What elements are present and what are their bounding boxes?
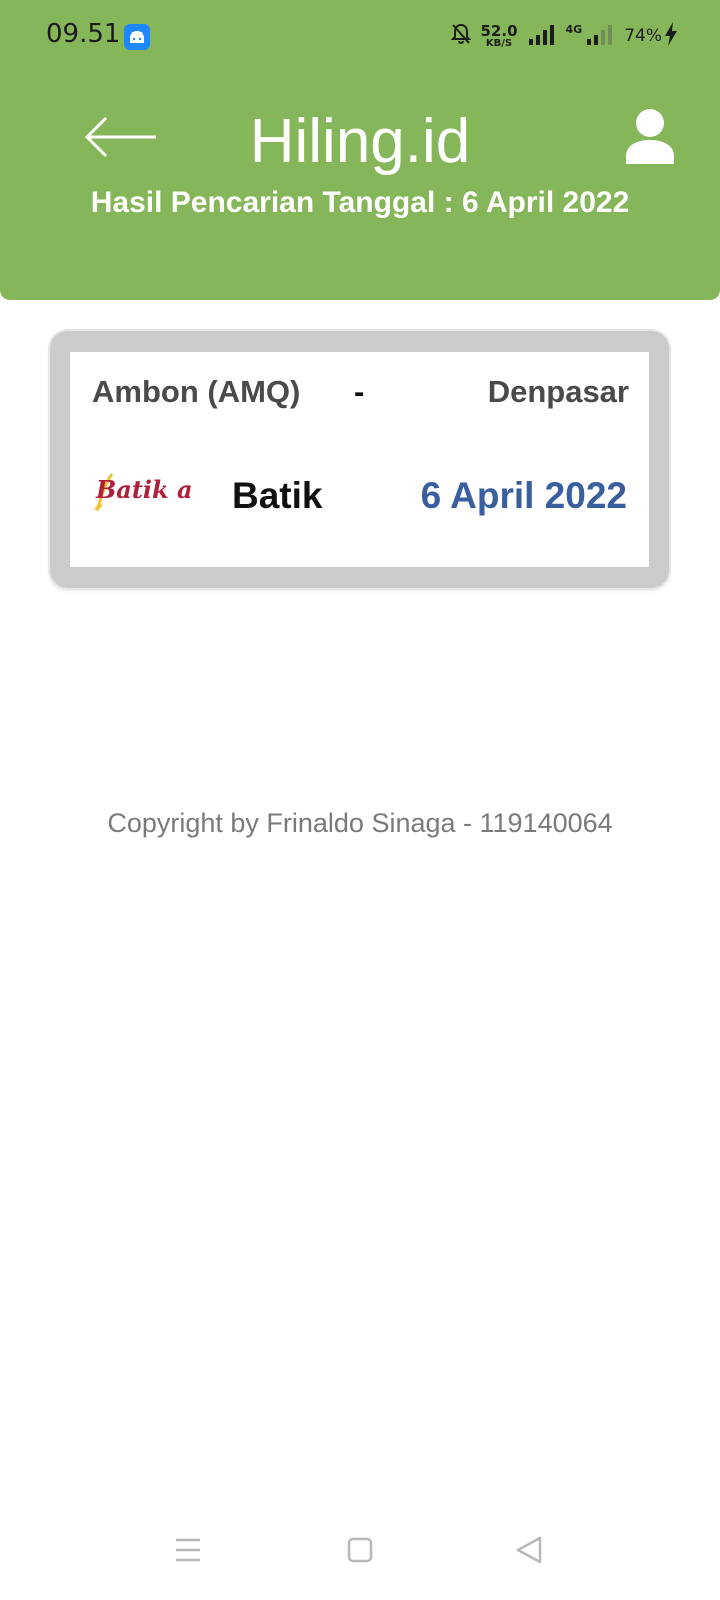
signal-4g-icon (586, 23, 614, 50)
airline-name: Batik (232, 475, 323, 516)
network-speed-unit: KB/S (485, 37, 513, 49)
route-separator: - (354, 374, 365, 409)
android-notification-icon (124, 24, 150, 50)
origin-city: Ambon (AMQ) (92, 374, 301, 409)
airline-logo: Batik air (92, 464, 217, 518)
status-bar: 09.51 52.0 KB/S 4G 74% (0, 0, 720, 72)
menu-icon[interactable] (168, 1530, 208, 1570)
flight-date: 6 April 2022 (420, 475, 627, 516)
user-profile-icon[interactable] (624, 108, 676, 164)
network-type: 4G (565, 22, 583, 36)
charging-icon (664, 21, 678, 51)
app-title: Hiling.id (249, 107, 471, 176)
battery-level: 74% (624, 26, 662, 46)
destination-city: Denpasar (487, 374, 629, 409)
back-triangle-icon[interactable] (510, 1530, 550, 1570)
status-time: 09.51 (46, 19, 121, 49)
app-header: 09.51 52.0 KB/S 4G 74% Hiling.id Hasil P… (0, 0, 720, 300)
airline-logo-text: Batik air (95, 475, 192, 504)
signal-icon (528, 23, 556, 50)
status-indicators: 52.0 KB/S 4G 74% (450, 20, 679, 52)
system-nav-bar (0, 1520, 720, 1600)
flight-result-content: Ambon (AMQ) - Denpasar Batik air Batik 6… (70, 352, 649, 567)
network-speed-value: 52.0 (480, 21, 518, 40)
copyright-text: Copyright by Frinaldo Sinaga - 119140064 (107, 808, 613, 838)
search-result-subtitle: Hasil Pencarian Tanggal : 6 April 2022 (90, 186, 630, 219)
bell-off-icon (450, 23, 471, 50)
network-speed: 52.0 KB/S (480, 21, 518, 49)
flight-result-card[interactable]: Ambon (AMQ) - Denpasar Batik air Batik 6… (50, 331, 669, 588)
home-square-icon[interactable] (340, 1530, 380, 1570)
